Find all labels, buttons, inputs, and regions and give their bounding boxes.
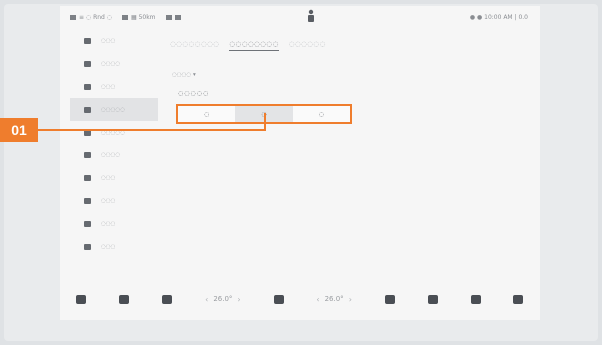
temp-right: 26.0°	[324, 295, 344, 303]
service-icon	[84, 197, 91, 204]
chevron-left-icon[interactable]: ‹	[205, 295, 208, 304]
sidebar-item-drive[interactable]: ◌◌◌◌◌	[70, 121, 158, 144]
sidebar-item-label: ◌◌◌◌	[101, 61, 121, 68]
temp-left: 26.0°	[213, 295, 233, 303]
sidebar-item-label: ◌◌◌	[101, 175, 116, 182]
seat-heat-icon[interactable]	[273, 294, 284, 304]
status-item-2: ▦ 50km	[122, 14, 156, 21]
settings-sidebar: ◌◌◌ ◌◌◌◌ ◌◌◌ ◌◌◌◌◌ ◌◌◌◌◌ ◌◌◌◌ ◌◌◌ ◌◌◌ ◌◌…	[70, 30, 158, 280]
sidebar-item-locks[interactable]: ◌◌◌	[70, 76, 158, 99]
sidebar-item-vehicle[interactable]: ◌◌◌	[70, 30, 158, 53]
sidebar-item-label: ◌◌◌	[101, 197, 116, 204]
car-icon[interactable]	[119, 294, 130, 304]
callout-leader-riser	[264, 113, 266, 131]
signal-icon	[174, 14, 181, 20]
defrost-icon[interactable]	[384, 294, 395, 304]
status-text-2: ▦ 50km	[131, 13, 156, 21]
bottom-dock: ‹ 26.0° › ‹ 26.0° ›	[60, 284, 540, 314]
safety-icon	[84, 175, 91, 182]
chevron-right-icon[interactable]: ›	[349, 295, 352, 304]
sidebar-item-label: ◌◌◌	[101, 83, 116, 90]
sidebar-item-lights[interactable]: ◌◌◌◌	[70, 53, 158, 76]
car-icon	[84, 38, 91, 45]
status-item-1: ≡ ◌ Rnd ◌	[70, 14, 112, 21]
sidebar-item-safety[interactable]: ◌◌◌	[70, 167, 158, 190]
sidebar-item-settings[interactable]: ◌◌◌	[70, 235, 158, 258]
sidebar-item-network[interactable]: ◌◌◌	[70, 212, 158, 235]
grid-icon	[70, 14, 76, 20]
tab-1[interactable]: ◌◌◌◌◌◌◌◌	[170, 40, 219, 51]
segment-group-label: ◌◌◌◌◌	[178, 90, 210, 97]
lock-icon	[84, 83, 91, 90]
chevron-left-icon[interactable]: ‹	[316, 295, 319, 304]
display-icon	[84, 106, 91, 113]
wifi-icon	[165, 14, 172, 20]
grid-icon[interactable]	[470, 294, 481, 304]
driver-icon[interactable]	[306, 9, 316, 23]
sidebar-item-label: ◌◌◌	[101, 38, 116, 45]
seat-icon	[84, 152, 91, 159]
temp-left-control: ‹ 26.0° ›	[205, 295, 241, 304]
status-time: ● ● 10:00 AM | 0.0	[469, 13, 528, 21]
phone-icon[interactable]	[513, 294, 524, 304]
light-icon	[84, 61, 91, 68]
music-icon[interactable]	[427, 294, 438, 304]
callout-leader-line	[38, 129, 266, 131]
control-type-dropdown[interactable]: ◌◌◌◌ ▾	[172, 72, 196, 78]
range-icon	[122, 14, 128, 20]
fan-icon[interactable]	[162, 294, 173, 304]
settings-icon	[84, 243, 91, 250]
temp-right-control: ‹ 26.0° ›	[316, 295, 352, 304]
sidebar-item-service[interactable]: ◌◌◌	[70, 190, 158, 213]
status-right: ● ● 10:00 AM | 0.0	[470, 14, 528, 21]
network-icon	[84, 220, 91, 227]
chevron-right-icon[interactable]: ›	[237, 295, 240, 304]
sidebar-item-label: ◌◌◌◌	[101, 152, 121, 159]
sidebar-item-label: ◌◌◌	[101, 243, 116, 250]
tab-2[interactable]: ◌◌◌◌◌◌◌◌	[229, 40, 279, 51]
sidebar-item-seats[interactable]: ◌◌◌◌	[70, 144, 158, 167]
home-icon[interactable]	[76, 294, 87, 304]
callout-badge: 01	[0, 118, 38, 142]
display-tabs: ◌◌◌◌◌◌◌◌ ◌◌◌◌◌◌◌◌ ◌◌◌◌◌◌	[170, 40, 326, 51]
status-bar: ≡ ◌ Rnd ◌ ▦ 50km ● ● 10:00 AM | 0.0	[60, 6, 540, 28]
sidebar-item-display[interactable]: ◌◌◌◌◌	[70, 98, 158, 122]
sidebar-item-label: ◌◌◌◌◌	[101, 106, 125, 113]
tab-3[interactable]: ◌◌◌◌◌◌	[289, 40, 326, 51]
status-text-1: ≡ ◌ Rnd ◌	[79, 13, 112, 21]
sidebar-item-label: ◌◌◌	[101, 220, 116, 227]
segment-option-1[interactable]: ◌	[178, 106, 235, 122]
segment-option-3[interactable]: ◌	[293, 106, 350, 122]
status-icons	[165, 14, 181, 20]
